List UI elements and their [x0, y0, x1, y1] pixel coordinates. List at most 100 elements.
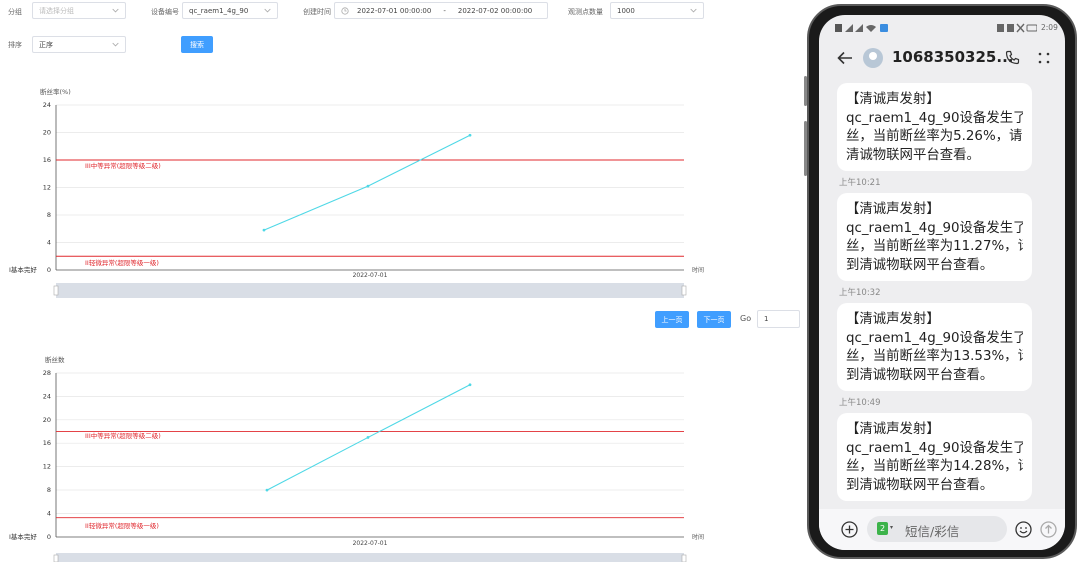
chart1-ylabel: 断丝率(%) — [40, 87, 71, 96]
prev-page-button[interactable]: 上一页 — [655, 311, 689, 328]
date-separator: - — [443, 6, 446, 15]
message-line: qc_raem1_4g_90设备发生了断 — [846, 440, 1023, 456]
chart1-zoom-slider[interactable] — [56, 283, 684, 298]
more-icon[interactable] — [1037, 51, 1051, 65]
message-bubble[interactable]: 【清诚声发射】 qc_raem1_4g_90设备发生了断 丝，当前断丝率为5.2… — [837, 83, 1032, 171]
sort-select[interactable]: 正序 — [32, 36, 126, 53]
phone-frame: 2:09 1068350325... 【清诚声发射】 qc_raem1_4g_9… — [804, 4, 1077, 559]
chart2-gridlines — [56, 372, 684, 514]
message-line: 丝，当前断丝率为5.26%，请到 — [846, 129, 1023, 144]
chart1-ytick: 4 — [47, 239, 51, 247]
message-bubble[interactable]: 【清诚声发射】 qc_raem1_4g_90设备发生了断 丝，当前断丝率为14.… — [837, 413, 1032, 501]
chart2-ytick: 0 — [47, 533, 51, 541]
break-rate-chart: 断丝率(%) 24 20 16 12 8 4 0 I基本完好 III中等异常(超… — [9, 87, 704, 298]
chart2-ytick: 20 — [43, 416, 51, 424]
chart2-series — [265, 383, 472, 492]
chart1-ytick: 24 — [43, 101, 51, 109]
status-icons — [997, 23, 1037, 33]
message-line: 清诚物联网平台查看。 — [846, 147, 980, 163]
chart2-ytick: 8 — [47, 486, 51, 494]
chart2-ytick: 24 — [43, 392, 51, 400]
data-point[interactable] — [262, 228, 266, 232]
message-line: 【清诚声发射】 — [846, 92, 940, 107]
sim-card-icon[interactable]: 2 — [877, 522, 888, 535]
chart1-xtick: 2022-07-01 — [353, 272, 388, 279]
chevron-down-icon — [112, 8, 119, 13]
chart2-xlabel: 时间 — [692, 533, 704, 541]
message-line: 到清诚物联网平台查看。 — [846, 477, 994, 493]
message-line: 到清诚物联网平台查看。 — [846, 257, 994, 273]
chart2-ytick: 12 — [43, 463, 51, 471]
chart2-level2-label: III中等异常(超限等级二级) — [85, 431, 161, 440]
go-label: Go — [740, 314, 752, 323]
message-input[interactable]: 2 ▾ 短信/彩信 — [867, 516, 1007, 542]
search-button[interactable]: 搜索 — [181, 36, 213, 53]
chart2-ytick: 28 — [43, 369, 51, 377]
message-line: 丝，当前断丝率为13.53%，请 — [846, 349, 1023, 364]
date-range-picker[interactable]: 2022-07-01 00:00:00 - 2022-07-02 00:00:0… — [334, 2, 548, 19]
chart2-base-label: I基本完好 — [9, 532, 37, 541]
chart2-slider-left-handle[interactable] — [53, 554, 59, 562]
data-point[interactable] — [468, 133, 472, 137]
conversation-header: 1068350325... — [819, 39, 1065, 79]
chart1-ytick: 12 — [43, 184, 51, 192]
input-placeholder: 短信/彩信 — [905, 524, 960, 539]
phone-screen: 2:09 1068350325... 【清诚声发射】 qc_raem1_4g_9… — [819, 15, 1065, 550]
chart1-ytick: 8 — [47, 211, 51, 219]
chart2-ytick: 4 — [47, 509, 51, 517]
add-icon[interactable] — [841, 521, 858, 538]
emoji-icon[interactable] — [1015, 521, 1032, 538]
message-bubble[interactable]: 【清诚声发射】 qc_raem1_4g_90设备发生了断 丝，当前断丝率为11.… — [837, 193, 1032, 281]
series-line — [263, 134, 471, 231]
chart2-threshold-lines — [56, 431, 684, 519]
chart2-ylabel: 断丝数 — [45, 355, 65, 364]
phone-side-button — [804, 76, 807, 106]
signal-icons — [835, 24, 888, 32]
chart2-zoom-slider[interactable] — [56, 553, 684, 562]
group-placeholder: 请选择分组 — [39, 6, 74, 15]
points-value: 1000 — [617, 6, 635, 15]
points-select[interactable]: 1000 — [610, 2, 704, 19]
chart1-level1-label: II轻微异常(超限等级一级) — [85, 258, 159, 267]
message-line: 丝，当前断丝率为14.28%，请 — [846, 459, 1023, 474]
contact-number: 1068350325... — [892, 48, 1014, 66]
message-line: qc_raem1_4g_90设备发生了断 — [846, 220, 1023, 236]
chart1-ytick: 16 — [43, 156, 51, 164]
message-line: 到清诚物联网平台查看。 — [846, 367, 994, 383]
chevron-down-icon — [264, 8, 271, 13]
status-time: 2:09 — [1041, 23, 1058, 32]
chart2-slider-right-handle[interactable] — [681, 554, 687, 562]
sim-dropdown-icon[interactable]: ▾ — [890, 524, 893, 531]
page-root: 分组 请选择分组 设备编号 qc_raem1_4g_90 创建时间 2022-0… — [0, 0, 1078, 562]
data-point[interactable] — [265, 488, 269, 492]
data-point[interactable] — [366, 184, 370, 188]
phone-call-icon[interactable] — [1005, 50, 1020, 65]
points-label: 观测点数量 — [568, 8, 603, 16]
group-select[interactable]: 请选择分组 — [32, 2, 126, 19]
chart1-slider-right-handle[interactable] — [681, 285, 687, 296]
page-input[interactable]: 1 — [757, 310, 800, 328]
message-time: 上午10:49 — [839, 398, 881, 408]
send-icon[interactable] — [1040, 521, 1057, 538]
message-line: qc_raem1_4g_90设备发生了断 — [846, 110, 1023, 126]
next-page-button[interactable]: 下一页 — [697, 311, 731, 328]
chart2-xtick: 2022-07-01 — [353, 540, 388, 547]
chart1-gridlines — [56, 104, 684, 243]
message-bubble[interactable]: 【清诚声发射】 qc_raem1_4g_90设备发生了断 丝，当前断丝率为13.… — [837, 303, 1032, 391]
chart2-ytick: 16 — [43, 439, 51, 447]
back-arrow-icon[interactable] — [837, 51, 853, 65]
sort-value: 正序 — [39, 40, 53, 49]
data-point[interactable] — [468, 383, 472, 387]
chart1-slider-left-handle[interactable] — [53, 285, 59, 296]
message-line: 【清诚声发射】 — [846, 202, 940, 217]
chevron-down-icon — [690, 8, 697, 13]
break-count-chart: 断丝数 28 24 20 16 12 8 4 0 I基本完好 III中等异常(超… — [9, 355, 704, 562]
device-select[interactable]: qc_raem1_4g_90 — [182, 2, 278, 19]
message-time: 上午10:21 — [839, 178, 881, 188]
clock-icon — [341, 6, 349, 15]
compose-bar: 2 ▾ 短信/彩信 — [819, 509, 1065, 550]
chart1-series — [262, 133, 472, 232]
group-label: 分组 — [8, 8, 22, 16]
data-point[interactable] — [366, 436, 370, 439]
page-number: 1 — [764, 315, 769, 323]
